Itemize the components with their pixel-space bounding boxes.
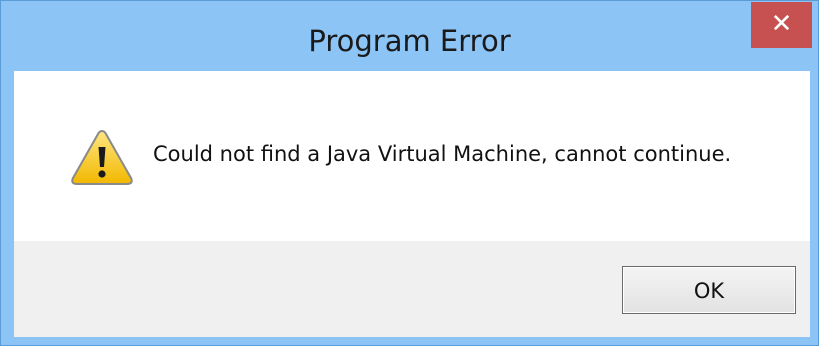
- error-message: Could not find a Java Virtual Machine, c…: [153, 142, 732, 166]
- title-bar[interactable]: Program Error ✕: [1, 1, 818, 71]
- close-icon: ✕: [770, 9, 793, 39]
- window-title: Program Error: [308, 24, 511, 58]
- button-bar: OK: [14, 241, 810, 337]
- dialog-client-area: Could not find a Java Virtual Machine, c…: [14, 71, 810, 337]
- dialog-window: Program Error ✕ Could not find a Java Vi…: [0, 0, 819, 346]
- warning-icon: [71, 129, 133, 185]
- ok-button[interactable]: OK: [622, 266, 796, 314]
- close-button[interactable]: ✕: [751, 2, 812, 48]
- message-area: Could not find a Java Virtual Machine, c…: [14, 71, 810, 241]
